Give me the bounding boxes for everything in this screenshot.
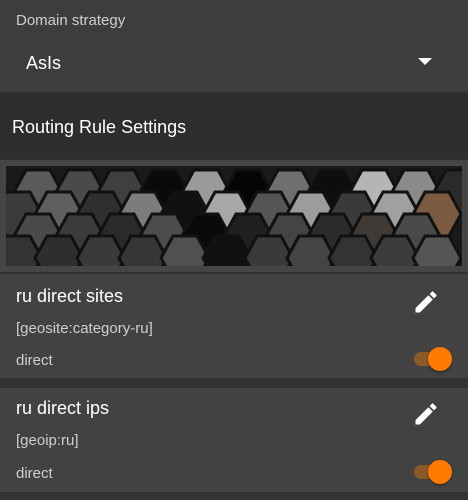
- rule-enabled-toggle[interactable]: [412, 346, 452, 372]
- chevron-down-icon: [418, 58, 432, 65]
- routing-section-header: Routing Rule Settings: [0, 93, 468, 159]
- rule-domain: [geosite:category-ru]: [16, 320, 153, 337]
- rule-card-ru-direct-sites[interactable]: ru direct sites [geosite:category-ru] di…: [0, 274, 468, 378]
- pencil-icon: [415, 291, 437, 313]
- section-title: Routing Rule Settings: [12, 117, 187, 137]
- pencil-icon: [415, 403, 437, 425]
- toggle-thumb: [428, 460, 452, 484]
- rule-card-ru-direct-ips[interactable]: ru direct ips [geoip:ru] direct: [0, 388, 468, 492]
- rule-enabled-toggle[interactable]: [412, 459, 452, 485]
- edit-rule-button[interactable]: [412, 288, 440, 316]
- rule-outbound: direct: [16, 352, 53, 369]
- domain-strategy-section: Domain strategy AsIs: [0, 0, 468, 92]
- domain-strategy-label: Domain strategy: [16, 12, 126, 29]
- edit-rule-button[interactable]: [412, 400, 440, 428]
- rule-domain: [geoip:ru]: [16, 432, 79, 449]
- rule-name: ru direct sites: [16, 286, 124, 306]
- rule-outbound: direct: [16, 465, 53, 482]
- domain-strategy-value: AsIs: [26, 53, 62, 73]
- domain-strategy-select[interactable]: AsIs: [0, 40, 468, 84]
- toggle-thumb: [428, 347, 452, 371]
- hexagon-banner: [0, 160, 468, 272]
- hexagon-pattern-image: [6, 166, 462, 266]
- rule-name: ru direct ips: [16, 398, 110, 418]
